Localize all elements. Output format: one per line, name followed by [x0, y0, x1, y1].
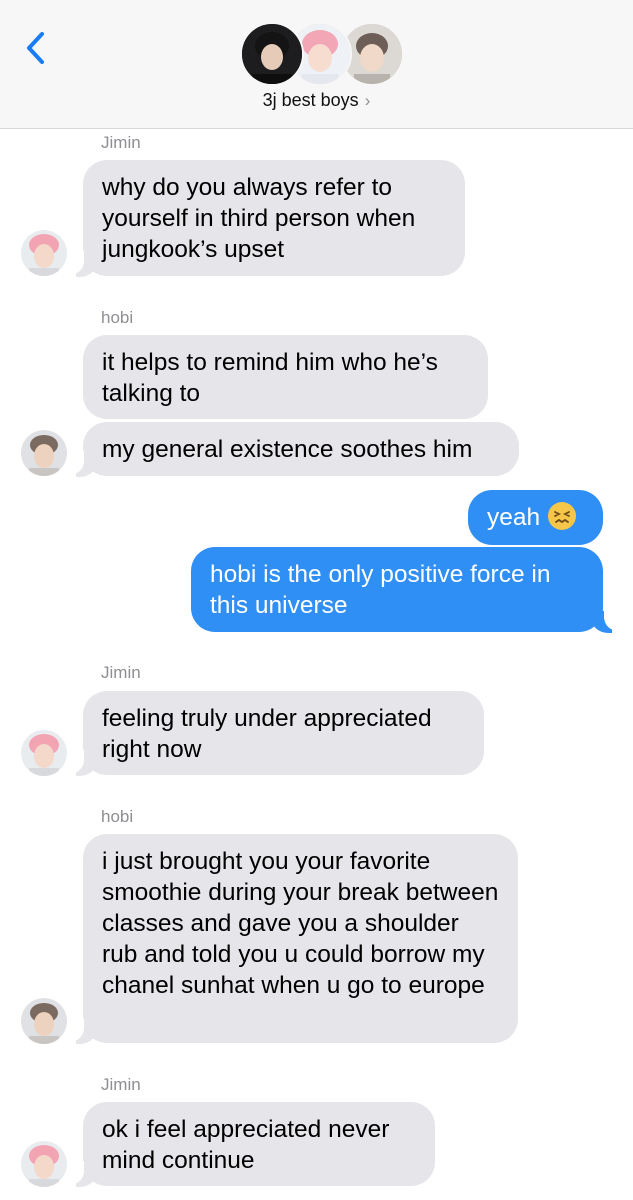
- sender-name: Jimin: [101, 133, 141, 152]
- message-bubble[interactable]: why do you always refer to yourself in t…: [83, 160, 465, 276]
- chevron-right-icon: ›: [364, 91, 371, 110]
- chevron-left-icon: [27, 32, 44, 64]
- conversation-header: 3j best boys ›: [0, 0, 633, 129]
- message-bubble[interactable]: my general existence soothes him: [83, 422, 519, 476]
- bubble-tail: [590, 607, 624, 633]
- sender-name: Jimin: [101, 663, 141, 682]
- message-bubble[interactable]: feeling truly under appreciated right no…: [83, 691, 484, 775]
- message-text: ok i feel appreciated never mind continu…: [102, 1116, 390, 1174]
- confounded-face-icon: [548, 502, 577, 530]
- message-bubble[interactable]: hobi is the only positive force in this …: [191, 547, 603, 632]
- avatar-hobi: [21, 430, 67, 476]
- message-bubble[interactable]: i just brought you your favorite smoothi…: [83, 834, 518, 1043]
- sender-name: hobi: [101, 807, 134, 826]
- message-text: i just brought you your favorite smoothi…: [102, 848, 499, 999]
- bubble-tail: [64, 451, 98, 477]
- group-avatars[interactable]: [240, 22, 404, 86]
- avatar-jimin: [21, 230, 67, 276]
- message-text: why do you always refer to yourself in t…: [102, 174, 416, 263]
- avatar-hobi: [21, 998, 67, 1044]
- sender-name: hobi: [101, 308, 134, 327]
- avatar-jimin: [21, 1141, 67, 1187]
- message-text: my general existence soothes him: [102, 436, 473, 463]
- bubble-tail: [64, 251, 98, 277]
- message-text: yeah: [487, 504, 541, 531]
- bubble-tail: [64, 1161, 98, 1187]
- avatar-jimin: [21, 730, 67, 776]
- back-button[interactable]: [20, 28, 54, 68]
- avatar: [240, 22, 304, 86]
- message-text: feeling truly under appreciated right no…: [102, 705, 432, 763]
- message-bubble[interactable]: ok i feel appreciated never mind continu…: [83, 1102, 435, 1186]
- message-bubble[interactable]: it helps to remind him who he’s talking …: [83, 335, 488, 419]
- message-bubble[interactable]: yeah: [468, 490, 603, 545]
- sender-name: Jimin: [101, 1075, 141, 1094]
- message-text: hobi is the only positive force in this …: [210, 561, 551, 619]
- message-text: it helps to remind him who he’s talking …: [102, 349, 438, 407]
- bubble-tail: [64, 750, 98, 776]
- bubble-tail: [64, 1018, 98, 1044]
- group-name[interactable]: 3j best boys ›: [0, 90, 633, 111]
- group-name-label: 3j best boys: [262, 90, 359, 110]
